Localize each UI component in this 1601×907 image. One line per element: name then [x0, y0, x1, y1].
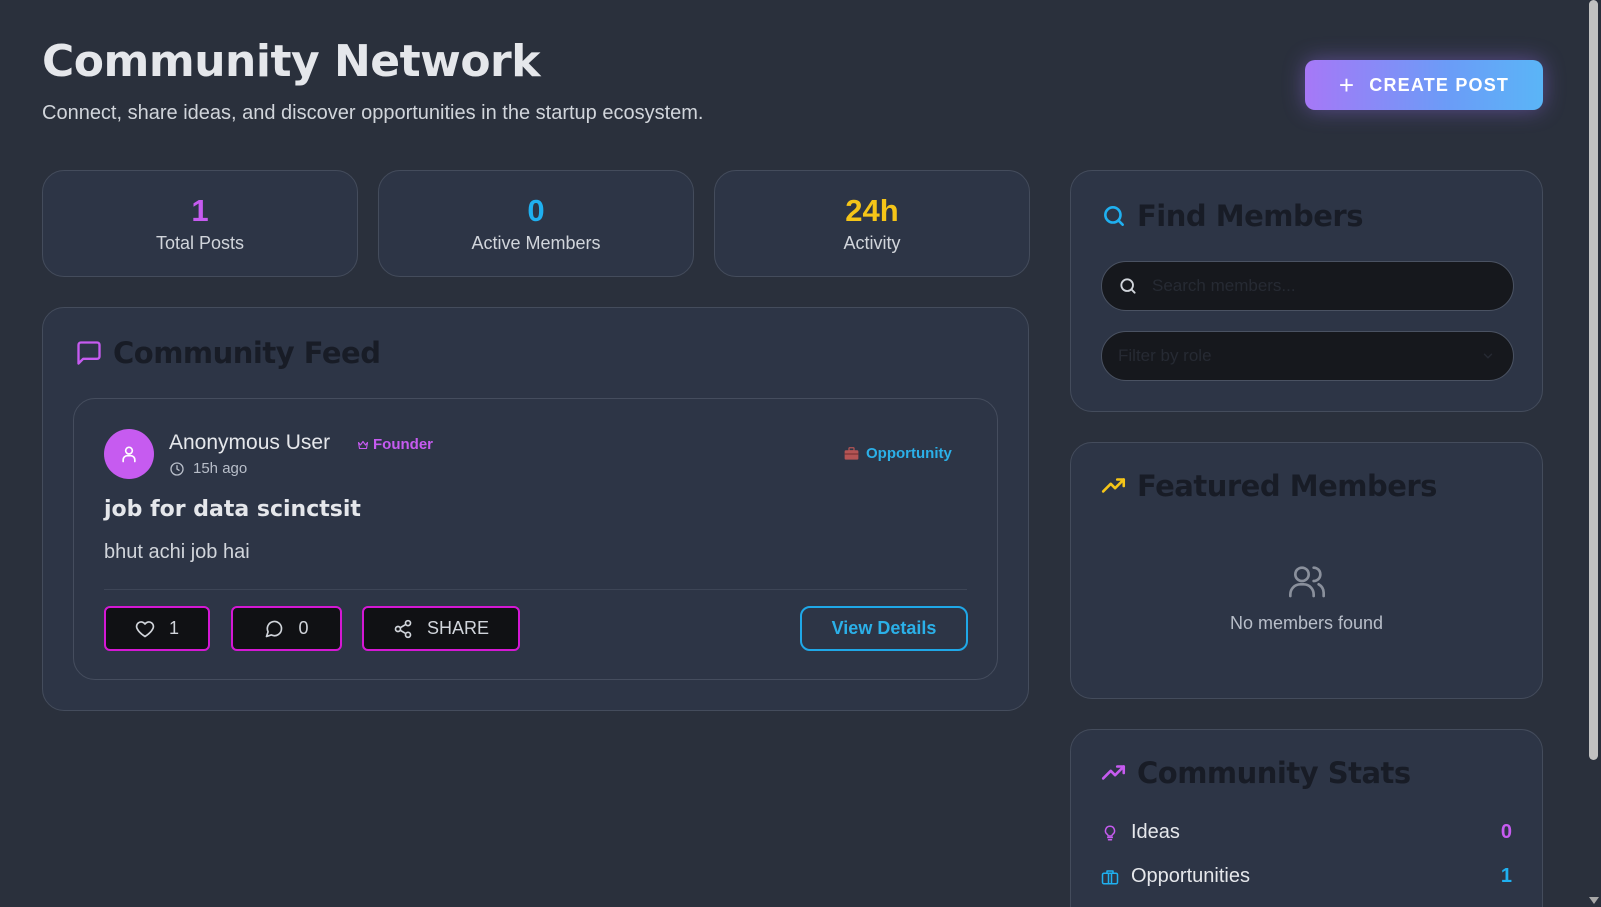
post-body: bhut achi job hai — [104, 541, 250, 563]
stat-row-value: 0 — [1500, 821, 1512, 843]
role-filter-select[interactable]: Filter by role — [1101, 331, 1514, 381]
featured-members-title: Featured Members — [1137, 469, 1437, 503]
page-title: Community Network — [42, 36, 541, 87]
post-author: Anonymous User — [169, 431, 331, 454]
scroll-down-arrow-icon[interactable] — [1589, 897, 1599, 904]
users-icon — [1288, 566, 1325, 598]
clock-icon — [170, 461, 184, 476]
empty-state: No members found — [1071, 561, 1542, 634]
post-card: Anonymous User Founder 15h ago Opportuni… — [73, 398, 998, 680]
user-icon — [122, 446, 136, 463]
member-search-input[interactable] — [1152, 276, 1482, 296]
stat-label: Active Members — [471, 233, 601, 253]
post-title: job for data scinctsit — [104, 497, 361, 522]
stat-label: Total Posts — [155, 233, 245, 253]
plus-icon: + — [1338, 70, 1356, 100]
community-stats-title: Community Stats — [1137, 756, 1411, 790]
search-icon — [1104, 206, 1124, 226]
lightbulb-icon — [1104, 824, 1116, 840]
stat-value: 1 — [191, 193, 209, 228]
briefcase-icon — [1101, 869, 1119, 884]
stat-row-ideas: Ideas 0 — [1101, 821, 1512, 844]
share-label: SHARE — [426, 618, 489, 638]
comment-icon — [266, 620, 283, 637]
role-filter-placeholder: Filter by role — [1118, 346, 1212, 365]
trending-up-icon — [1101, 765, 1126, 780]
stat-card-total-posts: 1 Total Posts — [42, 170, 358, 277]
find-members-title: Find Members — [1137, 199, 1364, 233]
post-type-label: Opportunity — [866, 445, 952, 462]
role-badge: Founder — [357, 436, 433, 453]
stat-row-label: Opportunities — [1131, 865, 1250, 887]
comment-button[interactable]: 0 — [231, 606, 342, 651]
community-stats-panel: Community Stats Ideas 0 Opportunities 1 — [1070, 729, 1543, 907]
stat-card-active-members: 0 Active Members — [378, 170, 694, 277]
page-subtitle: Connect, share ideas, and discover oppor… — [42, 102, 704, 124]
post-divider — [104, 589, 967, 590]
comment-count: 0 — [298, 618, 309, 638]
post-type-badge: Opportunity — [844, 445, 952, 462]
like-count: 1 — [168, 618, 179, 638]
avatar — [104, 429, 154, 479]
stat-value: 0 — [527, 193, 545, 228]
stat-card-activity: 24h Activity — [714, 170, 1030, 277]
view-details-button[interactable]: View Details — [800, 606, 968, 651]
stat-value: 24h — [845, 193, 899, 228]
heart-icon — [135, 620, 155, 637]
scrollbar-thumb[interactable] — [1589, 0, 1598, 760]
chevron-down-icon — [1483, 353, 1493, 359]
member-search-box — [1101, 261, 1514, 311]
share-icon — [394, 619, 412, 638]
stat-row-label: Ideas — [1131, 821, 1180, 843]
post-time-label: 15h ago — [193, 460, 248, 477]
create-post-button[interactable]: + CREATE POST — [1305, 60, 1543, 110]
stat-row-value: 1 — [1500, 865, 1512, 887]
empty-state-text: No members found — [1229, 613, 1384, 633]
find-members-heading: Find Members — [1101, 199, 1364, 233]
message-square-icon — [77, 341, 101, 365]
page: Community Network Connect, share ideas, … — [0, 0, 1584, 907]
scrollbar[interactable] — [1586, 0, 1601, 907]
stat-row-opportunities: Opportunities 1 — [1101, 865, 1512, 888]
briefcase-icon — [844, 446, 859, 460]
post-time: 15h ago — [169, 460, 247, 477]
share-button[interactable]: SHARE — [362, 606, 520, 651]
featured-members-heading: Featured Members — [1101, 469, 1437, 503]
find-members-panel: Find Members Filter by role — [1070, 170, 1543, 412]
crown-icon — [357, 440, 369, 449]
community-stats-heading: Community Stats — [1101, 756, 1411, 790]
search-icon — [1120, 278, 1136, 294]
stat-label: Activity — [843, 233, 901, 253]
create-post-label: CREATE POST — [1369, 74, 1510, 95]
trending-up-icon — [1101, 478, 1126, 493]
role-badge-label: Founder — [373, 436, 433, 453]
like-button[interactable]: 1 — [104, 606, 210, 651]
community-feed-title: Community Feed — [113, 336, 381, 370]
featured-members-panel: Featured Members No members found — [1070, 442, 1543, 699]
community-feed-heading: Community Feed — [75, 336, 381, 370]
